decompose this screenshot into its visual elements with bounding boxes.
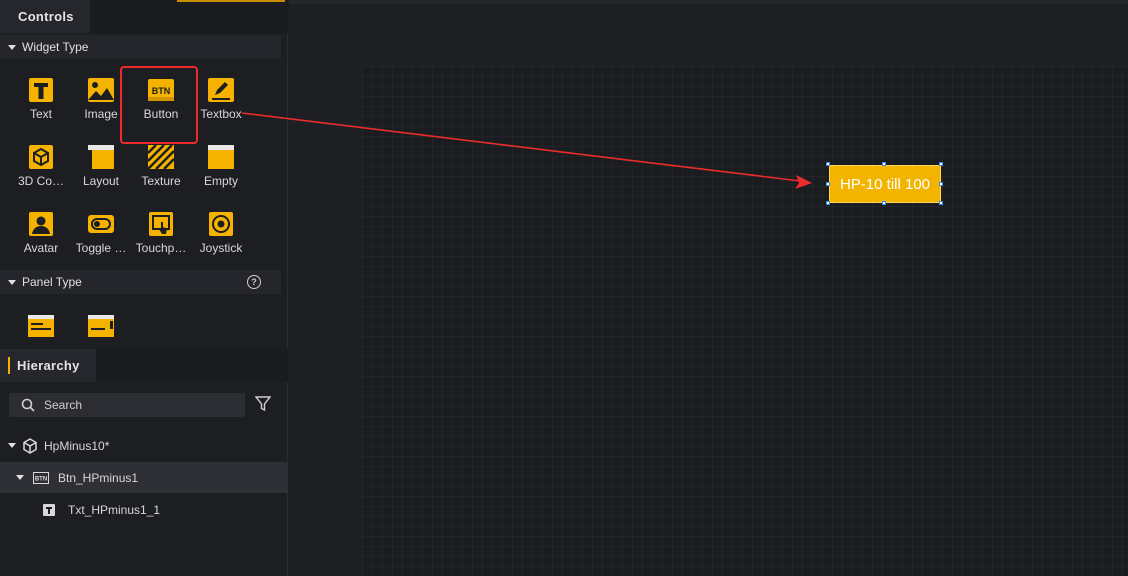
- joystick-icon: [208, 212, 234, 236]
- widget-toggle[interactable]: Toggle …: [70, 200, 132, 260]
- text-small-icon: [43, 503, 55, 516]
- tree-root-label: HpMinus10*: [44, 438, 110, 453]
- collapse-caret-icon: [8, 279, 16, 285]
- resize-handle-b[interactable]: [882, 201, 886, 205]
- widget-texture-label: Texture: [141, 174, 181, 188]
- widget-empty-label: Empty: [203, 174, 238, 188]
- search-input[interactable]: Search: [9, 393, 245, 417]
- toggle-icon: [88, 212, 114, 236]
- collapse-caret-icon: [8, 44, 16, 50]
- canvas-hp-button[interactable]: HP-10 till 100: [829, 165, 941, 203]
- widget-toggle-label: Toggle …: [75, 241, 127, 255]
- btn-small-icon: BTN: [33, 471, 49, 484]
- resize-handle-bl[interactable]: [826, 201, 830, 205]
- expand-caret-icon: [16, 475, 24, 480]
- widget-empty[interactable]: Empty: [190, 133, 252, 193]
- panel-type-fixed-icon[interactable]: [28, 315, 54, 340]
- hierarchy-tabbar: Hierarchy: [0, 349, 288, 382]
- controls-tabbar: Controls: [0, 0, 288, 33]
- cube-outline-icon: [23, 437, 37, 454]
- widget-joystick-label: Joystick: [199, 241, 243, 255]
- widget-joystick[interactable]: Joystick: [190, 200, 252, 260]
- empty-icon: [208, 145, 234, 169]
- panel-type-scroll-icon[interactable]: [88, 315, 114, 340]
- design-grid[interactable]: [362, 66, 1128, 576]
- help-icon[interactable]: ?: [247, 275, 261, 289]
- pencil-icon: [208, 78, 234, 102]
- resize-handle-br[interactable]: [939, 201, 943, 205]
- touchpad-icon: [148, 212, 174, 236]
- left-panel: Controls Widget Type Text Image BTN Butt…: [0, 0, 288, 576]
- widget-type-label: Widget Type: [22, 40, 89, 54]
- widget-avatar[interactable]: Avatar: [10, 200, 72, 260]
- widget-layout-label: Layout: [82, 174, 120, 188]
- btn-small-icon-text: BTN: [35, 476, 47, 482]
- tree-button-label: Btn_HPminus1: [58, 470, 139, 485]
- widget-touchpad[interactable]: Touchp…: [130, 200, 192, 260]
- layout-icon: [88, 145, 114, 169]
- resize-handle-r[interactable]: [939, 182, 943, 186]
- canvas-area[interactable]: [289, 0, 1128, 576]
- avatar-icon: [28, 212, 54, 236]
- widget-textbox[interactable]: Textbox: [190, 66, 252, 126]
- resize-handle-t[interactable]: [882, 162, 886, 166]
- widget-3d-label: 3D Co…: [17, 174, 64, 188]
- search-placeholder: Search: [44, 398, 83, 412]
- widget-touchpad-label: Touchp…: [135, 241, 187, 255]
- button-highlight-box: [120, 66, 198, 144]
- widget-type-header[interactable]: Widget Type: [0, 35, 281, 59]
- tree-row-text[interactable]: Txt_HPminus1_1: [0, 494, 288, 525]
- text-icon: [28, 78, 54, 102]
- expand-caret-icon: [8, 443, 16, 448]
- panel-type-label: Panel Type: [22, 275, 82, 289]
- tree-row-button[interactable]: BTN Btn_HPminus1: [0, 462, 288, 493]
- widget-text-label: Text: [29, 107, 52, 121]
- search-icon: [21, 398, 35, 412]
- widget-text[interactable]: Text: [10, 66, 72, 126]
- widget-avatar-label: Avatar: [23, 241, 59, 255]
- canvas-hp-button-label: HP-10 till 100: [839, 175, 931, 193]
- tab-indicator: [177, 0, 285, 2]
- widget-textbox-label: Textbox: [200, 107, 242, 121]
- resize-handle-l[interactable]: [826, 182, 830, 186]
- panel-type-header[interactable]: Panel Type ?: [0, 270, 281, 294]
- hierarchy-tab[interactable]: Hierarchy: [0, 349, 96, 382]
- image-icon: [88, 78, 114, 102]
- filter-icon[interactable]: [254, 396, 272, 415]
- texture-icon: [148, 145, 174, 169]
- cube-icon: [28, 145, 54, 169]
- widget-image-label: Image: [84, 107, 118, 121]
- canvas-top-strip: [289, 0, 1128, 4]
- tree-text-label: Txt_HPminus1_1: [68, 502, 161, 517]
- controls-tab[interactable]: Controls: [0, 0, 90, 33]
- resize-handle-tl[interactable]: [826, 162, 830, 166]
- resize-handle-tr[interactable]: [939, 162, 943, 166]
- tree-root[interactable]: HpMinus10*: [0, 430, 288, 461]
- widget-3d[interactable]: 3D Co…: [10, 133, 72, 193]
